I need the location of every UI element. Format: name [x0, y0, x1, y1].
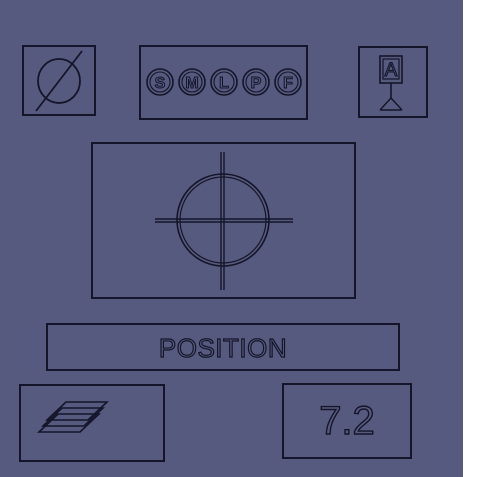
layers-button[interactable]	[19, 384, 165, 462]
size-option-letter: S	[155, 75, 166, 92]
text-marker-stand-icon: A	[379, 55, 403, 111]
position-label-bar[interactable]: POSITION	[46, 323, 400, 371]
crosshair-icon	[155, 152, 293, 290]
control-panel: S M L P F A POSITION 7.2	[0, 0, 463, 477]
value-readout: 7.2	[318, 398, 375, 443]
text-marker-button[interactable]: A	[358, 46, 428, 118]
size-selector-icon: SMLPF	[146, 68, 302, 96]
diameter-icon	[35, 50, 83, 112]
layers-icon	[36, 401, 110, 433]
size-option-letter: P	[251, 75, 262, 92]
diameter-button[interactable]	[22, 45, 96, 116]
size-option-letter: L	[219, 75, 229, 92]
marker-letter: A	[385, 60, 398, 81]
size-option-f[interactable]: F	[274, 68, 302, 96]
value-display[interactable]: 7.2	[282, 383, 412, 459]
size-option-m[interactable]: M	[178, 68, 206, 96]
size-option-letter: M	[185, 75, 198, 92]
size-selector-button[interactable]: SMLPF	[139, 45, 308, 120]
size-option-p[interactable]: P	[242, 68, 270, 96]
size-option-l[interactable]: L	[210, 68, 238, 96]
position-viewport[interactable]	[91, 142, 356, 299]
position-label: POSITION	[158, 332, 288, 363]
size-option-s[interactable]: S	[146, 68, 174, 96]
size-option-letter: F	[283, 75, 293, 92]
window-edge	[463, 0, 481, 477]
